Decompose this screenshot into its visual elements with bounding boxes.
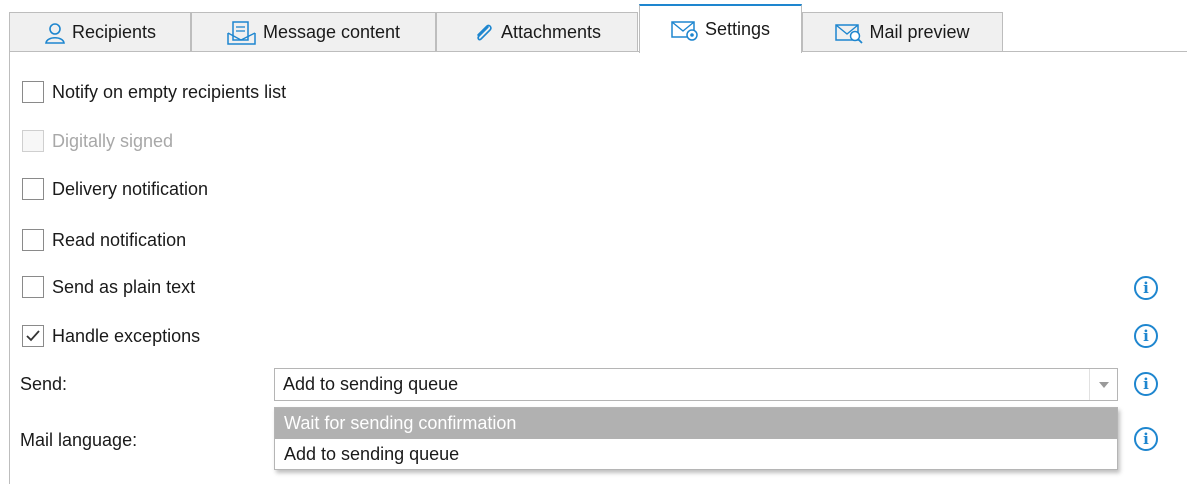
handle-exceptions-label: Handle exceptions (52, 325, 201, 346)
delivery-notification-checkbox[interactable] (22, 178, 44, 200)
send-dropdown-list: Wait for sending confirmation Add to sen… (274, 407, 1118, 470)
digitally-signed-checkbox-row: Digitally signed (22, 130, 173, 152)
mail-language-info-icon[interactable]: i (1134, 427, 1158, 451)
delivery-notification-label: Delivery notification (52, 178, 209, 199)
read-notification-checkbox-row[interactable]: Read notification (22, 229, 186, 251)
tab-label: Attachments (500, 22, 602, 42)
send-option-queue[interactable]: Add to sending queue (275, 439, 1117, 470)
read-notification-checkbox[interactable] (22, 229, 44, 251)
notify-empty-checkbox-row[interactable]: Notify on empty recipients list (22, 81, 286, 103)
handle-exceptions-info-icon[interactable]: i (1134, 324, 1158, 348)
tab-recipients[interactable]: Recipients (9, 12, 191, 52)
send-plain-text-label: Send as plain text (52, 276, 196, 297)
handle-exceptions-checkbox[interactable] (22, 325, 44, 347)
tab-label: Settings (704, 19, 771, 39)
notify-empty-checkbox[interactable] (22, 81, 44, 103)
send-info-icon[interactable]: i (1134, 372, 1158, 396)
send-select-value: Add to sending queue (283, 374, 459, 394)
checkmark-icon (26, 330, 40, 342)
tab-label: Mail preview (869, 22, 970, 42)
delivery-notification-checkbox-row[interactable]: Delivery notification (22, 178, 208, 200)
send-option-wait[interactable]: Wait for sending confirmation (275, 408, 1117, 439)
digitally-signed-checkbox (22, 130, 44, 152)
send-label: Send: (20, 374, 68, 394)
chevron-down-icon[interactable] (1089, 369, 1117, 400)
digitally-signed-label: Digitally signed (52, 130, 174, 151)
read-notification-label: Read notification (52, 229, 187, 250)
send-select[interactable]: Add to sending queue (274, 368, 1118, 401)
mail-search-icon (835, 22, 864, 44)
mail-language-label: Mail language: (20, 430, 138, 450)
tab-bar: Recipients Message content Attachments S… (0, 0, 1187, 54)
handle-exceptions-checkbox-row[interactable]: Handle exceptions (22, 325, 200, 347)
notify-empty-label: Notify on empty recipients list (52, 81, 287, 102)
tab-settings[interactable]: Settings (639, 4, 802, 54)
tab-message-content[interactable]: Message content (191, 12, 436, 52)
document-icon (227, 20, 257, 45)
person-icon (44, 22, 66, 44)
send-plain-text-info-icon[interactable]: i (1134, 276, 1158, 300)
paperclip-icon (473, 22, 495, 44)
send-plain-text-checkbox-row[interactable]: Send as plain text (22, 276, 195, 298)
tab-mail-preview[interactable]: Mail preview (802, 12, 1003, 52)
send-plain-text-checkbox[interactable] (22, 276, 44, 298)
mail-gear-icon (671, 19, 699, 41)
tab-label: Message content (262, 22, 401, 42)
tab-label: Recipients (71, 22, 157, 42)
tab-attachments[interactable]: Attachments (436, 12, 638, 52)
